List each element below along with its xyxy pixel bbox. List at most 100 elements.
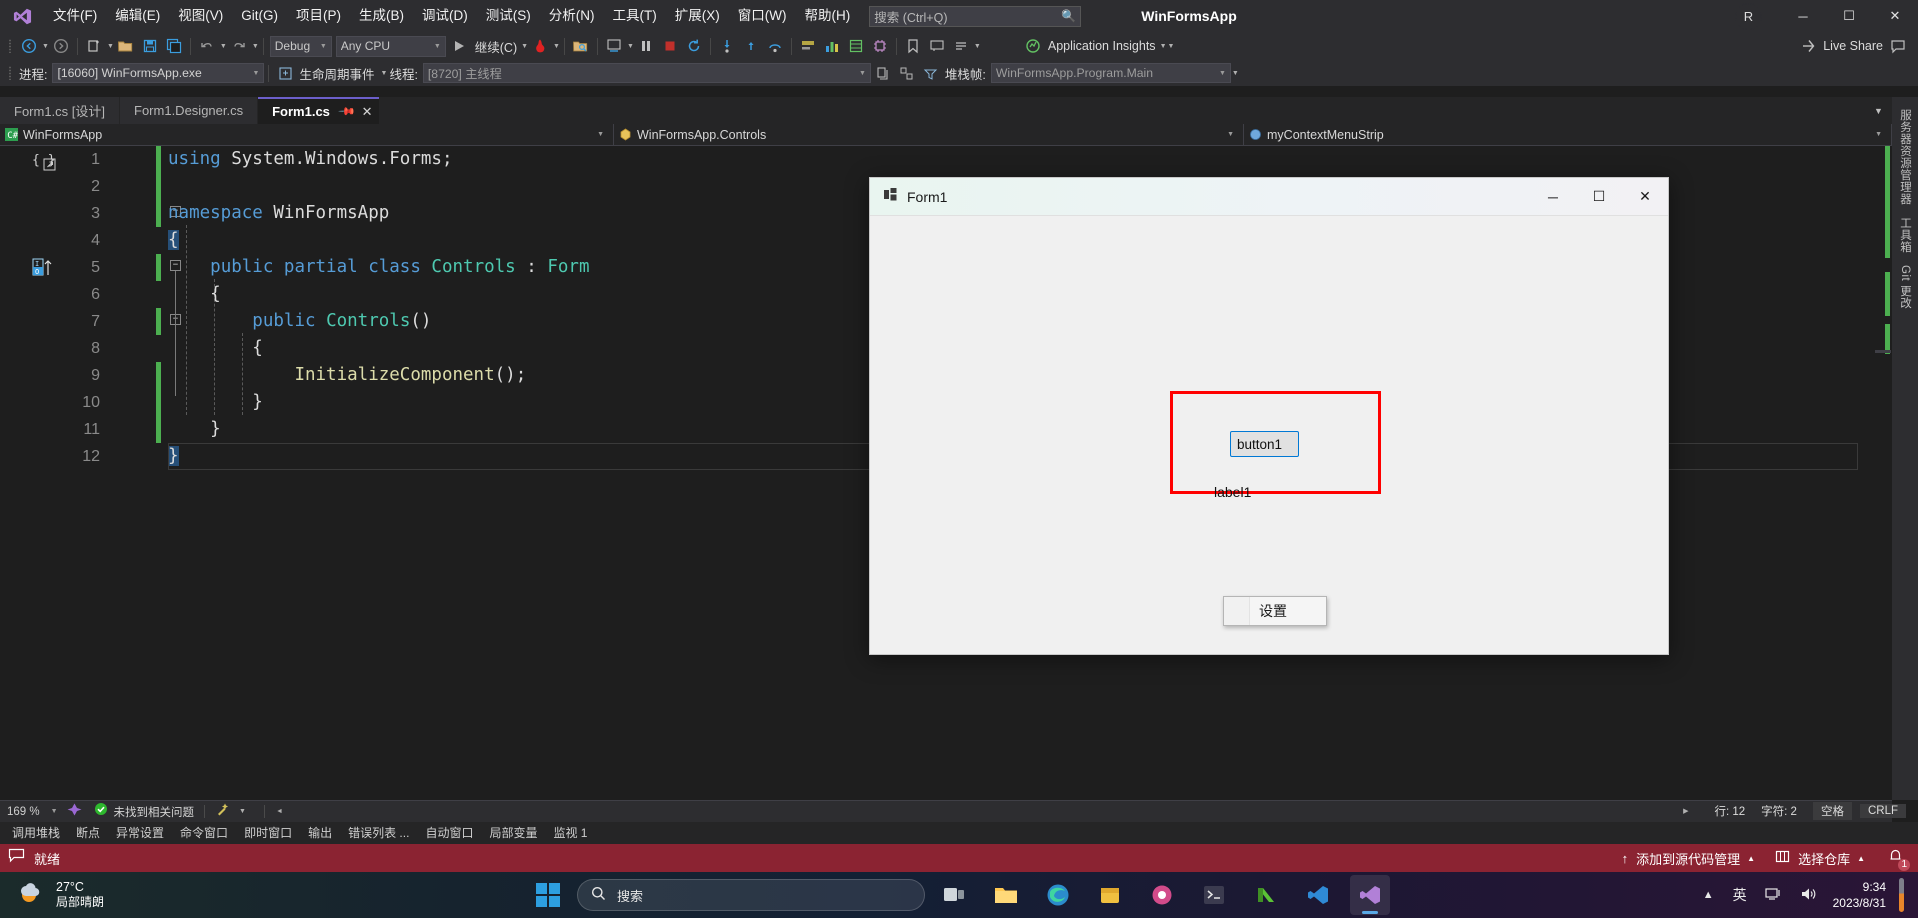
redo-icon[interactable] — [228, 35, 250, 57]
window-maximize-button[interactable]: ☐ — [1826, 0, 1872, 32]
restart-icon[interactable] — [683, 35, 705, 57]
highlight-icon[interactable] — [797, 35, 819, 57]
step-into-icon[interactable] — [716, 35, 738, 57]
menu-item-tools[interactable]: 工具(T) — [604, 0, 666, 32]
indentation-indicator[interactable]: 空格 — [1812, 802, 1852, 820]
open-file-icon[interactable] — [115, 35, 137, 57]
form1-client-area[interactable]: button1 label1 设置 — [870, 216, 1668, 654]
taskbar-store[interactable] — [1090, 875, 1130, 915]
cpu-icon[interactable] — [869, 35, 891, 57]
context-menu-item-settings[interactable]: 设置 — [1250, 601, 1287, 621]
window-minimize-button[interactable]: ─ — [1780, 0, 1826, 32]
taskbar-nvidia-app[interactable] — [1246, 875, 1286, 915]
form1-minimize-button[interactable]: ─ — [1530, 178, 1576, 216]
lifecycle-events-icon[interactable] — [274, 62, 296, 84]
zoom-level-combo[interactable]: 169 % ▼ — [7, 806, 67, 818]
form1-app-window[interactable]: Form1 ─ ☐ ✕ button1 label1 设置 — [869, 177, 1669, 655]
memory-icon[interactable] — [845, 35, 867, 57]
stack-frame-prev-icon[interactable] — [872, 62, 894, 84]
new-project-dropdown[interactable]: ▼ — [107, 43, 114, 50]
lifecycle-dropdown[interactable]: ▼ — [381, 70, 388, 77]
navigate-backward-icon[interactable] — [18, 35, 40, 57]
rail-item-server-explorer[interactable]: 服务器资源管理器 — [1897, 103, 1913, 211]
account-avatar[interactable]: R — [1735, 2, 1762, 30]
tray-expand-chevron-icon[interactable]: ▲ — [1693, 889, 1724, 901]
redo-dropdown[interactable]: ▼ — [252, 43, 259, 50]
stack-frame-filter-icon[interactable] — [920, 62, 942, 84]
panel1[interactable]: button1 — [1170, 391, 1381, 494]
debug-toolbar-overflow[interactable]: ▼ — [1232, 70, 1239, 77]
pause-icon[interactable] — [635, 35, 657, 57]
live-share-label[interactable]: Live Share — [1820, 39, 1886, 53]
undo-dropdown[interactable]: ▼ — [220, 43, 227, 50]
tab-form1-cs[interactable]: Form1.cs 📌 ✕ — [258, 97, 379, 124]
menu-item-project[interactable]: 项目(P) — [287, 0, 350, 32]
menu-item-file[interactable]: 文件(F) — [44, 0, 106, 32]
form1-title-bar[interactable]: Form1 ─ ☐ ✕ — [870, 178, 1668, 216]
intellicode-icon[interactable] — [67, 802, 82, 822]
add-to-source-control-button[interactable]: ↑ 添加到源代码管理 ▲ — [1622, 849, 1755, 868]
menu-item-extensions[interactable]: 扩展(X) — [666, 0, 729, 32]
navbar-project-combo[interactable]: C# WinFormsApp ▼ — [0, 123, 614, 146]
stop-icon[interactable] — [659, 35, 681, 57]
continue-run-icon[interactable] — [449, 35, 471, 57]
status-expand-icon[interactable]: ▶ — [1683, 807, 1706, 815]
taskbar-visual-studio[interactable] — [1350, 875, 1390, 915]
thread-combo[interactable]: [8720] 主线程 ▼ — [422, 63, 871, 83]
hot-reload-dropdown[interactable]: ▼ — [553, 43, 560, 50]
volume-icon[interactable] — [1791, 886, 1827, 905]
start-button[interactable] — [528, 875, 568, 915]
step-out-icon[interactable] — [740, 35, 762, 57]
feedback-icon[interactable] — [1887, 35, 1909, 57]
menu-item-edit[interactable]: 编辑(E) — [106, 0, 169, 32]
application-insights-dropdown[interactable]: ▼ — [1160, 43, 1167, 50]
stack-frame-next-icon[interactable] — [896, 62, 918, 84]
menu-item-view[interactable]: 视图(V) — [169, 0, 232, 32]
dock-tab-error-list[interactable]: 错误列表 ... — [340, 822, 417, 844]
taskbar-browser-2[interactable] — [1142, 875, 1182, 915]
toolbar-grip[interactable] — [7, 37, 14, 55]
lifecycle-events-label[interactable]: 生命周期事件 — [297, 64, 379, 83]
solution-platform-combo[interactable]: Any CPU ▼ — [335, 35, 446, 57]
taskbar-clock[interactable]: 9:34 2023/8/31 — [1827, 879, 1886, 911]
solution-configuration-combo[interactable]: Debug ▼ — [269, 35, 332, 57]
select-repository-button[interactable]: 选择仓库 ▲ — [1775, 849, 1865, 868]
attach-process-icon[interactable] — [570, 35, 592, 57]
process-combo[interactable]: [16060] WinFormsApp.exe ▼ — [52, 63, 265, 83]
application-insights-icon[interactable] — [1022, 35, 1044, 57]
dock-tab-locals[interactable]: 局部变量 — [481, 822, 545, 844]
step-over2-icon[interactable] — [764, 35, 786, 57]
window-close-button[interactable]: ✕ — [1872, 0, 1918, 32]
code-map-icon[interactable]: { } — [32, 151, 58, 178]
dock-tab-exception-settings[interactable]: 异常设置 — [108, 822, 172, 844]
form1-close-button[interactable]: ✕ — [1622, 178, 1668, 216]
context-menu-strip[interactable]: 设置 — [1223, 596, 1327, 626]
chevron-down-icon[interactable]: ▼ — [1867, 106, 1890, 116]
save-icon[interactable] — [139, 35, 161, 57]
navigate-backward-dropdown[interactable]: ▼ — [42, 43, 49, 50]
dock-tab-autos[interactable]: 自动窗口 — [417, 822, 481, 844]
step-dropdown[interactable]: ▼ — [627, 43, 634, 50]
rail-item-git-changes[interactable]: Git 更改 — [1897, 259, 1913, 315]
live-share-icon[interactable] — [1797, 35, 1819, 57]
hot-reload-icon[interactable] — [529, 35, 551, 57]
io-breakpoint-icon[interactable]: I O — [32, 256, 58, 283]
dock-tab-command-window[interactable]: 命令窗口 — [172, 822, 236, 844]
navbar-member-combo[interactable]: myContextMenuStrip ▼ — [1244, 123, 1892, 146]
menu-item-build[interactable]: 生成(B) — [350, 0, 413, 32]
menu-item-test[interactable]: 测试(S) — [477, 0, 540, 32]
pin-icon[interactable]: 📌 — [337, 102, 356, 121]
menu-item-debug[interactable]: 调试(D) — [413, 0, 477, 32]
diagnostics-icon[interactable] — [821, 35, 843, 57]
continue-label[interactable]: 继续(C) — [472, 37, 520, 56]
toolbar-grip[interactable] — [7, 64, 14, 82]
navbar-type-combo[interactable]: WinFormsApp.Controls ▼ — [614, 123, 1244, 146]
taskbar-terminal[interactable] — [1194, 875, 1234, 915]
code-cleanup-icon[interactable] — [215, 802, 230, 822]
uncomment-icon[interactable] — [950, 35, 972, 57]
taskbar-search-box[interactable]: 搜索 — [577, 879, 925, 911]
save-all-icon[interactable] — [163, 35, 185, 57]
menu-item-window[interactable]: 窗口(W) — [729, 0, 796, 32]
taskbar-file-explorer[interactable] — [986, 875, 1026, 915]
taskbar-vscode[interactable] — [1298, 875, 1338, 915]
